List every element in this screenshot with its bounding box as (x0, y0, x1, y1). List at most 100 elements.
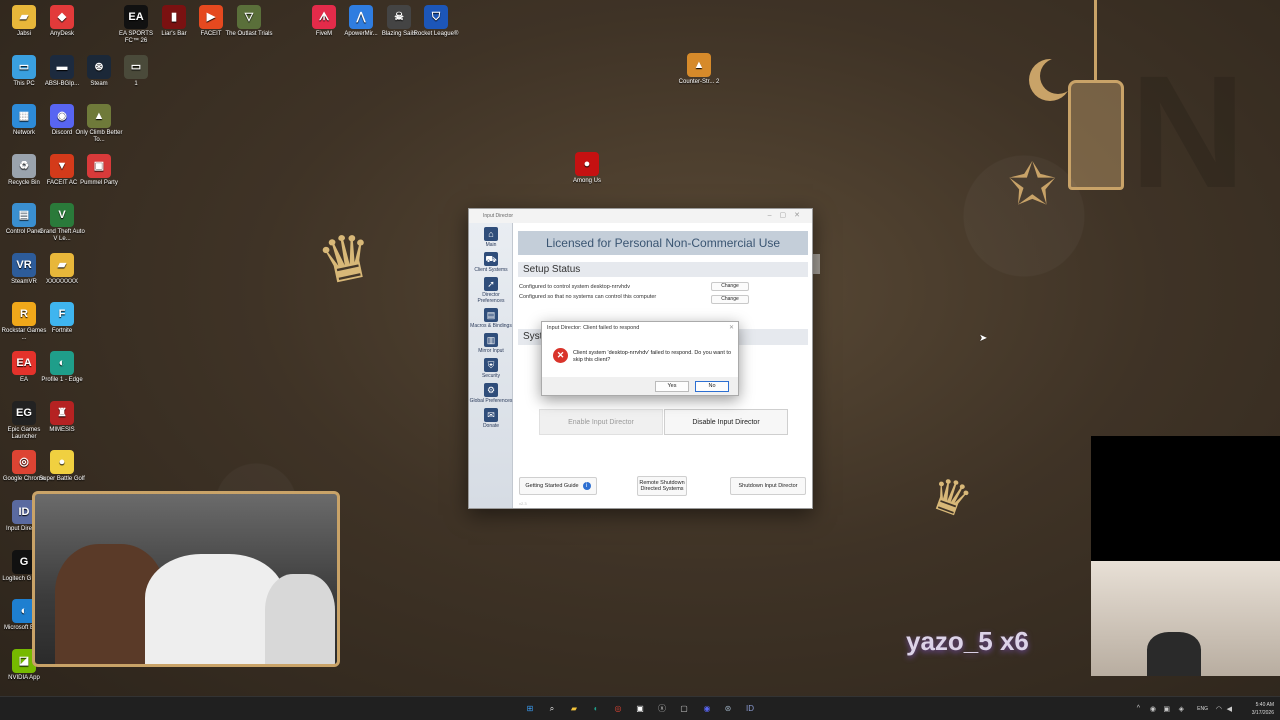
sidebar-item-donate[interactable]: ✉ Donate (469, 408, 513, 429)
app-icon: ▰ (50, 253, 74, 277)
version-label: v2.3 (519, 501, 527, 506)
setup-status-header: Setup Status (518, 262, 808, 277)
app-icon: ▬ (50, 55, 74, 79)
window-title: Input Director (483, 213, 514, 219)
app-icon: ▮ (162, 5, 186, 29)
change-control-button[interactable]: Change (711, 282, 749, 291)
clock[interactable]: 5:40 AM 3/17/2026 (1252, 701, 1274, 717)
desktop-icon-rocket-league[interactable]: ⛉ Rocket League® (412, 5, 460, 38)
dialog-yes-button[interactable]: Yes (655, 381, 689, 392)
taskbar-chrome-icon[interactable]: ◎ (611, 702, 625, 716)
change-controlled-button[interactable]: Change (711, 295, 749, 304)
app-icon: ● (50, 450, 74, 474)
sidebar-item-director-preferences[interactable]: ➚ Director Preferences (469, 277, 513, 304)
webcam-chair (265, 574, 335, 664)
desktop-icon-label: Fortnite (51, 328, 73, 334)
dialog-message: Client system 'desktop-nrrvhdv' failed t… (573, 350, 732, 363)
desktop-icon-label: XXXXXXXX (45, 279, 78, 285)
sidebar-item-macros-bindings[interactable]: ▤ Macros & Bindings (469, 308, 513, 329)
desktop-icon-xxxxxxxx[interactable]: ▰ XXXXXXXX (38, 253, 86, 286)
app-icon: F (50, 302, 74, 326)
taskbar: ⊞ ⌕ ▰ ◐ ◎ ▣ ⓧ ▢ ◉ ⊛ ID ^ ◉ ▣ ◈ ENG ◠ ◀ 5:40 AM 3/1… (0, 696, 1280, 720)
taskbar-start-icon[interactable]: ⊞ (523, 702, 537, 716)
desktop-icon-among-us[interactable]: ● Among Us (563, 152, 611, 185)
sidebar-item-global-preferences[interactable]: ⚙ Global Preferences (469, 383, 513, 404)
desktop-icon-1[interactable]: ▭ 1 (112, 55, 160, 88)
tray-app-icon[interactable]: ◉ (1150, 705, 1156, 713)
tray-app-icon-3[interactable]: ◈ (1179, 705, 1184, 713)
sidebar-item-mirror-input[interactable]: ▥ Mirror Input (469, 333, 513, 354)
sidebar-item-main[interactable]: ⌂ Main (469, 227, 513, 248)
clock-date: 3/17/2026 (1251, 710, 1274, 716)
desktop-icon-mimesis[interactable]: ♜ MIMESIS (38, 401, 86, 434)
desktop-icon-fortnite[interactable]: F Fortnite (38, 302, 86, 335)
nav-label: Global Preferences (469, 398, 513, 404)
desktop-icon-only-climb-better-to[interactable]: ▲ Only Climb Better To... (75, 104, 123, 144)
desktop-icon-label: The Outlast Trials (225, 31, 273, 37)
webcam-person-center (145, 554, 285, 664)
taskbar-search-icon[interactable]: ⌕ (545, 702, 559, 716)
language-indicator[interactable]: ENG (1197, 706, 1208, 712)
desktop-icon-label: Pummel Party (80, 180, 118, 186)
desktop-icon-anydesk[interactable]: ◆ AnyDesk (38, 5, 86, 38)
nav-label: Director Preferences (477, 292, 505, 304)
remote-shutdown-button[interactable]: Remote Shutdown Directed Systems (637, 476, 687, 496)
taskbar-xbox-icon[interactable]: ⓧ (655, 702, 669, 716)
getting-started-label: Getting Started Guide (525, 483, 579, 489)
desktop-icon-counter-str-2[interactable]: ▲ Counter-Str... 2 (675, 53, 723, 86)
taskbar-file-explorer-icon[interactable]: ▰ (567, 702, 581, 716)
sidebar-item-client-systems[interactable]: ⛟ Client Systems (469, 252, 513, 273)
desktop-icon-label: Counter-Str... 2 (678, 79, 720, 85)
dialog-no-button[interactable]: No (695, 381, 729, 392)
enable-input-director-button[interactable]: Enable Input Director (539, 409, 663, 435)
taskbar-steam-icon[interactable]: ⊛ (721, 702, 735, 716)
app-icon: V (50, 203, 74, 227)
nav-icon: ⌂ (484, 227, 498, 241)
tray-app-icon-2[interactable]: ▣ (1163, 705, 1170, 713)
taskbar-discord-icon[interactable]: ◉ (700, 702, 714, 716)
app-icon: ▭ (124, 55, 148, 79)
disable-input-director-button[interactable]: Disable Input Director (664, 409, 788, 435)
desktop-icon-the-outlast-trials[interactable]: ▽ The Outlast Trials (225, 5, 273, 38)
window-titlebar[interactable]: Input Director –▢✕ (469, 209, 812, 223)
taskbar-terminal-icon[interactable]: ▢ (677, 702, 691, 716)
wifi-icon[interactable]: ◠ (1216, 705, 1222, 713)
partial-desktop-icon (812, 254, 820, 274)
desktop-icon-label: AnyDesk (49, 31, 74, 37)
nav-label: Client Systems (474, 267, 508, 273)
nav-icon: ✉ (484, 408, 498, 422)
window-controls[interactable]: –▢✕ (768, 211, 808, 219)
taskbar-edge-icon[interactable]: ◐ (589, 702, 603, 716)
nav-label: Macros & Bindings (470, 323, 512, 329)
app-icon: ▦ (12, 104, 36, 128)
volume-icon[interactable]: ◀ (1227, 705, 1232, 713)
dialog-close-icon[interactable]: ✕ (729, 324, 734, 331)
info-icon: i (582, 482, 591, 490)
nav-icon: ⚙ (484, 383, 498, 397)
nav-icon: ▥ (484, 333, 498, 347)
overlay-black-panel (1091, 436, 1280, 561)
nav-icon: ⛟ (484, 252, 498, 266)
desktop-icon-label: NVIDIA App (8, 675, 40, 681)
sidebar-item-security[interactable]: ⛨ Security (469, 358, 513, 379)
desktop-icon-grand-theft-auto-v-le[interactable]: V Grand Theft Auto V Le... (38, 203, 86, 243)
clock-time: 5:40 AM (1255, 702, 1274, 708)
sub-alert-text: yazo_5 x6 (906, 626, 1029, 656)
taskbar-store-icon[interactable]: ▣ (633, 702, 647, 716)
desktop-icon-profile-1-edge[interactable]: ◐ Profile 1 - Edge (38, 351, 86, 384)
app-icon: ● (575, 152, 599, 176)
app-icon: ▣ (87, 154, 111, 178)
lantern-decoration (1068, 80, 1124, 190)
sidebar-nav: ⌂ Main ⛟ Client Systems ➚ Director Preference… (469, 227, 512, 429)
nav-label: Main (485, 242, 497, 248)
app-icon: ⛉ (424, 5, 448, 29)
app-icon: ◐ (50, 351, 74, 375)
nav-label: Security (481, 373, 501, 379)
desktop-icon-pummel-party[interactable]: ▣ Pummel Party (75, 154, 123, 187)
shutdown-input-director-button[interactable]: Shutdown Input Director (730, 477, 806, 495)
getting-started-button[interactable]: Getting Started Guide i (519, 477, 597, 495)
desktop-icon-super-battle-golf[interactable]: ● Super Battle Golf (38, 450, 86, 483)
taskbar-input-director-icon[interactable]: ID (743, 702, 757, 716)
tray-overflow-icon[interactable]: ^ (1137, 705, 1140, 712)
app-icon: R (12, 302, 36, 326)
